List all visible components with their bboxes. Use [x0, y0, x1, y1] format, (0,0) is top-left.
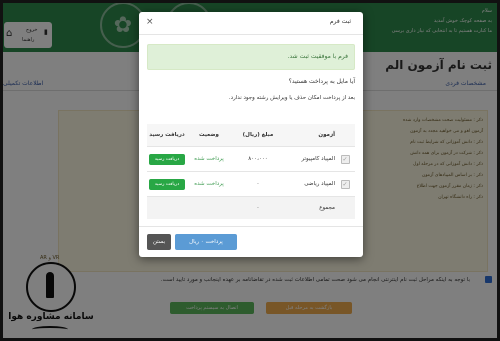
modal-footer: پرداخت ۰ ریال بستن — [139, 226, 363, 257]
row-amount: ۸۰۰،۰۰۰ — [248, 156, 268, 162]
check-icon: ✓ — [340, 154, 350, 164]
row-amount: ۰ — [256, 181, 260, 187]
table-total-row: مجموع ۰ — [147, 197, 355, 219]
row-receipt-cell: دریافت رسید — [147, 147, 187, 171]
check-icon: ✓ — [340, 179, 350, 189]
total-value: ۰ — [256, 205, 260, 211]
row-checkbox[interactable]: ✓ — [337, 147, 353, 171]
modal-header: ثبت فرم × — [139, 12, 363, 35]
success-message: فرم با موفقیت ثبت شد. — [287, 53, 348, 60]
header-status: وضعیت — [199, 132, 219, 138]
table-header: آزمون مبلغ (ریال) وضعیت دریافت رسید — [147, 124, 355, 147]
modal-title: ثبت فرم — [329, 18, 351, 25]
row-status: پرداخت شده — [194, 156, 224, 162]
header-receipt: دریافت رسید — [149, 132, 185, 138]
fees-table: آزمون مبلغ (ریال) وضعیت دریافت رسید ✓ ال… — [147, 124, 355, 219]
payment-modal: ثبت فرم × فرم با موفقیت ثبت شد. آیا مایل… — [139, 12, 363, 257]
total-label: مجموع — [319, 205, 335, 211]
pay-button[interactable]: پرداخت ۰ ریال — [175, 234, 237, 250]
row-checkbox[interactable]: ✓ — [337, 172, 353, 196]
payment-question: آیا مایل به پرداخت هستید؟ — [288, 78, 355, 85]
row-status: پرداخت شده — [194, 181, 224, 187]
header-title: آزمون — [318, 132, 335, 138]
success-alert: فرم با موفقیت ثبت شد. — [147, 44, 355, 70]
table-row: ✓ المپیاد ریاضی ۰ پرداخت شده دریافت رسید — [147, 172, 355, 197]
row-receipt-cell: دریافت رسید — [147, 172, 187, 196]
row-title: المپیاد کامپیوتر — [301, 156, 335, 162]
table-row: ✓ المپیاد کامپیوتر ۸۰۰،۰۰۰ پرداخت شده در… — [147, 147, 355, 172]
close-button[interactable]: بستن — [147, 234, 171, 250]
payment-hint: بعد از پرداخت امکان حذف یا ویرایش رشته و… — [228, 95, 355, 101]
receipt-button[interactable]: دریافت رسید — [149, 178, 185, 190]
close-icon[interactable]: × — [146, 17, 154, 27]
row-title: المپیاد ریاضی — [304, 181, 335, 187]
receipt-button[interactable]: دریافت رسید — [149, 153, 185, 165]
header-amount: مبلغ (ریال) — [242, 132, 274, 138]
